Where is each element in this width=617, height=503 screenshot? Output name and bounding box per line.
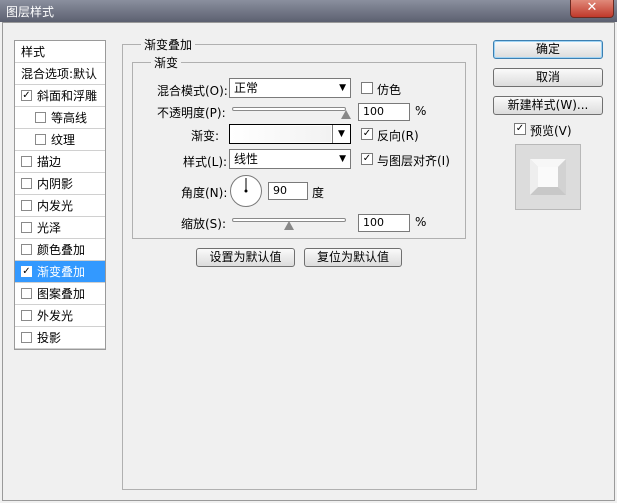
sidebar-item-checkbox[interactable] xyxy=(21,222,32,233)
sidebar-item[interactable]: 内发光 xyxy=(15,195,105,217)
make-default-button[interactable]: 设置为默认值 xyxy=(196,248,295,267)
dither-checkbox[interactable] xyxy=(361,82,373,94)
sidebar-item-checkbox[interactable] xyxy=(21,332,32,343)
blend-mode-select[interactable]: 正常 ▼ xyxy=(229,78,351,98)
opacity-unit: % xyxy=(415,104,427,118)
sidebar-item[interactable]: 混合选项:默认 xyxy=(15,63,105,85)
angle-unit: 度 xyxy=(312,186,325,200)
style-label: 样式(L): xyxy=(183,155,228,169)
title-bar: 图层样式 ✕ xyxy=(0,0,617,22)
sidebar-item-label: 光泽 xyxy=(37,221,62,235)
reverse-checkbox[interactable]: ✓ xyxy=(361,128,373,140)
chevron-down-icon: ▼ xyxy=(339,154,346,164)
angle-label: 角度(N): xyxy=(181,186,228,200)
gradient-overlay-title: 渐变叠加 xyxy=(141,36,196,53)
opacity-slider-track[interactable] xyxy=(232,107,346,111)
reset-default-button[interactable]: 复位为默认值 xyxy=(304,248,402,267)
sidebar-item-label: 图案叠加 xyxy=(37,287,86,301)
sidebar-item-checkbox[interactable] xyxy=(21,310,32,321)
align-label: 与图层对齐(I) xyxy=(377,154,450,168)
sidebar-item[interactable]: 内阴影 xyxy=(15,173,105,195)
sidebar-item-label: 混合选项:默认 xyxy=(21,67,98,81)
sidebar-item-label: 等高线 xyxy=(51,111,88,125)
sidebar-item-label: 渐变叠加 xyxy=(37,265,86,279)
sidebar-item[interactable]: 描边 xyxy=(15,151,105,173)
close-button[interactable]: ✕ xyxy=(570,0,614,18)
sidebar-item-checkbox[interactable] xyxy=(21,178,32,189)
styles-list-header-label: 样式 xyxy=(21,45,46,59)
preview-checkbox[interactable]: ✓ xyxy=(514,123,526,135)
reverse-label: 反向(R) xyxy=(377,129,419,143)
sidebar-item-label: 内阴影 xyxy=(37,177,74,191)
sidebar-item[interactable]: ✓ 渐变叠加 xyxy=(15,261,105,283)
preview-bevel-icon xyxy=(530,159,566,195)
sidebar-item[interactable]: 外发光 xyxy=(15,305,105,327)
sidebar-item-checkbox[interactable]: ✓ xyxy=(21,90,32,101)
blend-mode-label: 混合模式(O): xyxy=(157,84,228,98)
angle-input[interactable]: 90 xyxy=(268,182,308,200)
new-style-button[interactable]: 新建样式(W)... xyxy=(493,96,603,115)
sidebar-item-checkbox[interactable]: ✓ xyxy=(21,266,32,277)
sidebar-item-label: 颜色叠加 xyxy=(37,243,86,257)
sidebar-item-label: 斜面和浮雕 xyxy=(37,89,98,103)
sidebar-item[interactable]: 光泽 xyxy=(15,217,105,239)
opacity-input[interactable]: 100 xyxy=(358,103,410,121)
preview-label: 预览(V) xyxy=(530,124,572,138)
opacity-label: 不透明度(P): xyxy=(157,106,226,120)
scale-slider-thumb[interactable] xyxy=(284,221,294,230)
gradient-swatch[interactable] xyxy=(231,126,331,142)
align-checkbox[interactable]: ✓ xyxy=(361,153,373,165)
chevron-down-icon[interactable]: ▼ xyxy=(332,125,350,143)
ok-button[interactable]: 确定 xyxy=(493,40,603,59)
style-value: 线性 xyxy=(234,152,259,166)
sidebar-item[interactable]: 投影 xyxy=(15,327,105,349)
sidebar-item[interactable]: 颜色叠加 xyxy=(15,239,105,261)
scale-input[interactable]: 100 xyxy=(358,214,410,232)
sidebar-item-label: 内发光 xyxy=(37,199,74,213)
dither-label: 仿色 xyxy=(377,83,402,97)
sidebar-item-label: 外发光 xyxy=(37,309,74,323)
sidebar-item[interactable]: 图案叠加 xyxy=(15,283,105,305)
gradient-label: 渐变: xyxy=(191,129,220,143)
style-preview xyxy=(515,144,581,210)
sidebar-item-checkbox[interactable] xyxy=(21,200,32,211)
style-select[interactable]: 线性 ▼ xyxy=(229,149,351,169)
sidebar-item-label: 描边 xyxy=(37,155,62,169)
cancel-button[interactable]: 取消 xyxy=(493,68,603,87)
gradient-picker[interactable]: ▼ xyxy=(229,124,351,144)
sidebar-item[interactable]: 等高线 xyxy=(15,107,105,129)
chevron-down-icon: ▼ xyxy=(339,83,346,93)
styles-list-header[interactable]: 样式 xyxy=(15,41,105,63)
angle-dial[interactable] xyxy=(229,174,263,208)
opacity-slider-thumb[interactable] xyxy=(341,110,351,119)
window-title: 图层样式 xyxy=(6,5,55,19)
styles-list: 样式 混合选项:默认 ✓ 斜面和浮雕等高线纹理描边内阴影内发光光泽颜色叠加 ✓ 渐变叠加… xyxy=(14,40,106,350)
blend-mode-value: 正常 xyxy=(234,81,259,95)
sidebar-item-checkbox[interactable] xyxy=(21,156,32,167)
sidebar-item-label: 投影 xyxy=(37,331,62,345)
scale-unit: % xyxy=(415,215,427,229)
sidebar-item[interactable]: 纹理 xyxy=(15,129,105,151)
sidebar-item-checkbox[interactable] xyxy=(21,244,32,255)
sidebar-item-checkbox[interactable] xyxy=(21,288,32,299)
sidebar-item-label: 纹理 xyxy=(51,133,76,147)
sidebar-item[interactable]: ✓ 斜面和浮雕 xyxy=(15,85,105,107)
sidebar-item-checkbox[interactable] xyxy=(35,134,46,145)
scale-label: 缩放(S): xyxy=(181,217,227,231)
gradient-group-title: 渐变 xyxy=(151,54,182,71)
sidebar-item-checkbox[interactable] xyxy=(35,112,46,123)
